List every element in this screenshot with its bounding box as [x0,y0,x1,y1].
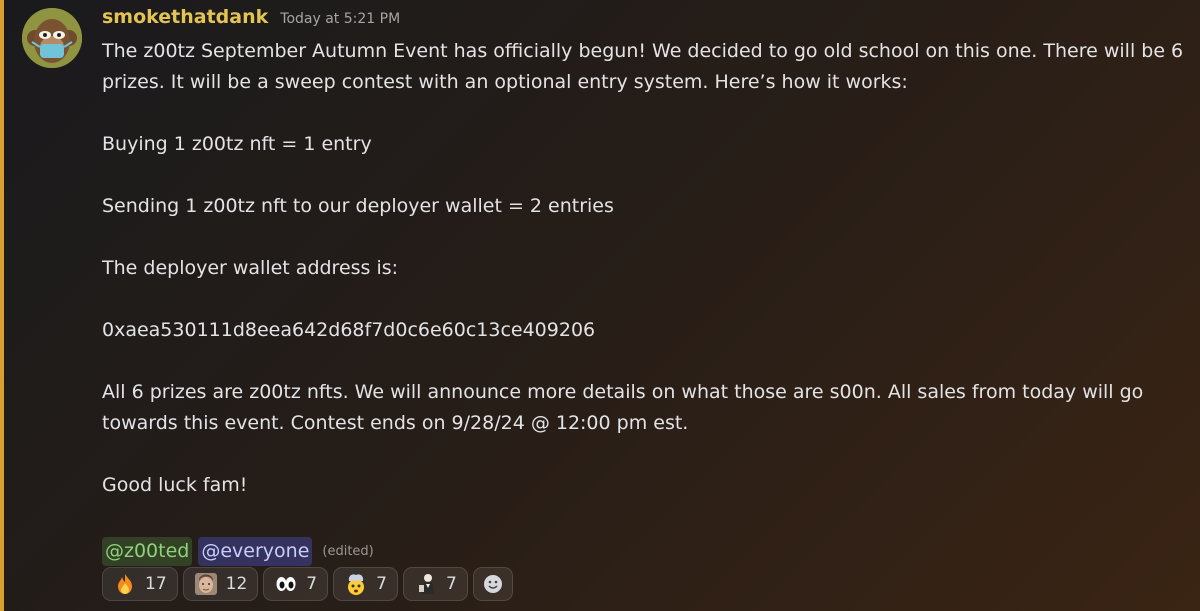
reaction-eyes[interactable]: 7 [263,567,329,601]
message-paragraph-intro: The z00tz September Autumn Event has off… [102,40,1184,93]
role-mention[interactable]: @z00ted [102,537,193,566]
add-reaction-button[interactable] [472,567,513,601]
reaction-fire[interactable]: 17 [102,567,178,601]
message-timestamp[interactable]: Today at 5:21 PM [280,11,400,27]
author-name[interactable]: smokethatdank [102,6,268,28]
reactions-bar: 17 12 7 7 7 [102,567,513,601]
reaction-exploding-head[interactable]: 7 [333,567,398,601]
reaction-count: 7 [376,574,387,594]
edited-label: (edited) [322,544,374,559]
reaction-count: 12 [225,574,248,594]
eyes-emoji-icon [276,577,296,591]
exploding-head-emoji-icon [348,574,365,595]
message-container: smokethatdank Today at 5:21 PM The z00tz… [0,0,1200,611]
wallet-address: 0xaea530111d8eea642d68f7d0c6e60c13ce4092… [102,319,596,341]
message-header: smokethatdank Today at 5:21 PM [102,6,400,28]
add-reaction-icon [483,575,502,593]
message-paragraph-send-entry: Sending 1 z00tz nft to our deployer wall… [102,195,614,217]
mentions-row: @z00ted @everyone (edited) [102,537,374,566]
message-paragraph-prizes: All 6 prizes are z00tz nfts. We will ann… [102,381,1144,434]
reaction-count: 7 [306,574,318,594]
ape-avatar-icon [22,8,82,68]
message-content: The z00tz September Autumn Event has off… [102,36,1187,501]
everyone-mention[interactable]: @everyone [198,537,313,566]
avatar[interactable] [22,8,82,68]
reaction-count: 17 [145,574,167,594]
mention-highlight-bar [0,0,4,611]
fire-emoji-icon [118,574,132,594]
message-paragraph-buy-entry: Buying 1 z00tz nft = 1 entry [102,133,372,155]
message-paragraph-closing: Good luck fam! [102,474,248,496]
reaction-custom-face[interactable]: 12 [182,567,259,601]
reaction-custom-figure[interactable]: 7 [402,567,468,601]
reaction-count: 7 [445,574,457,594]
custom-face-emoji-icon [194,573,217,595]
message-paragraph-wallet-label: The deployer wallet address is: [102,257,399,279]
custom-figure-emoji-icon [418,574,434,594]
